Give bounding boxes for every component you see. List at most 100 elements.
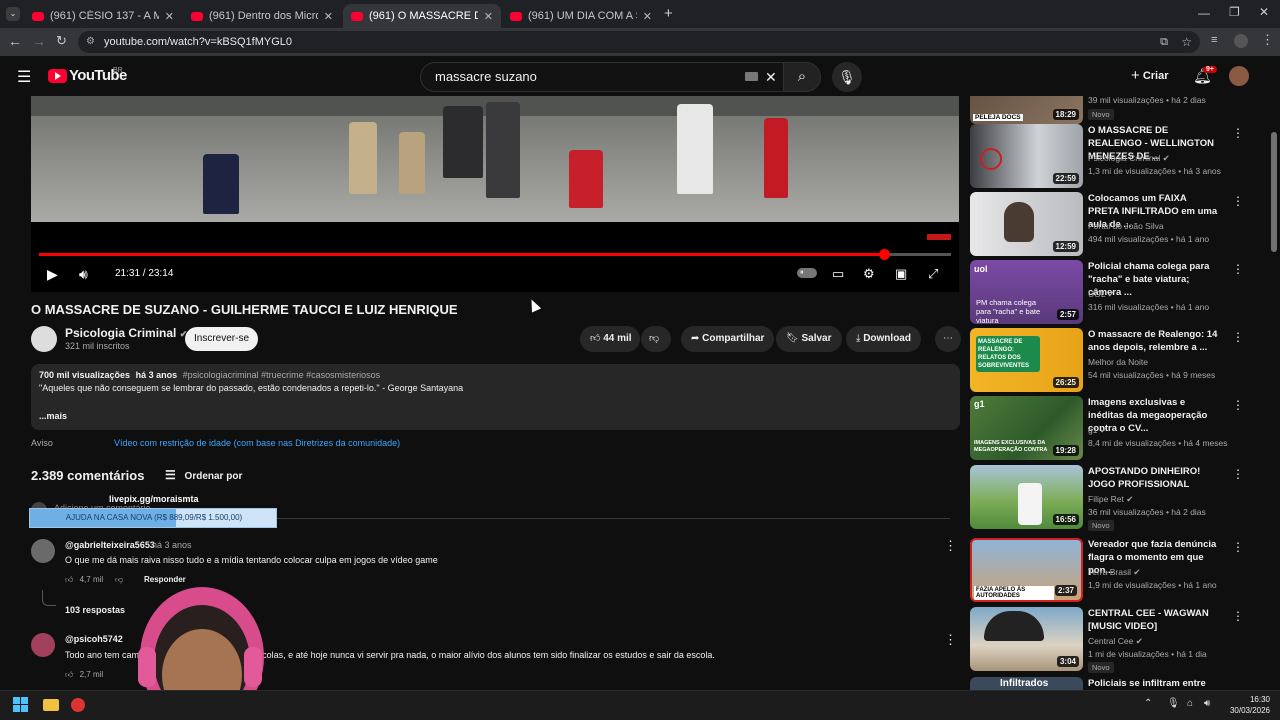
video-progress-bar[interactable] — [39, 249, 951, 260]
description-box[interactable]: 700 mil visualizações há 3 anos #psicolo… — [31, 364, 960, 430]
comment-author[interactable]: @gabrielteixeira5653 — [65, 540, 155, 550]
page-scrollbar-thumb[interactable] — [1271, 132, 1277, 252]
sidebar-video-4[interactable]: MASSACRE DE REALENGO: RELATOS DOS SOBREV… — [970, 328, 1270, 392]
new-tab-plus-icon[interactable]: + — [664, 5, 673, 22]
channel-avatar[interactable] — [31, 326, 57, 352]
sidebar-thumbnail[interactable]: g1 IMAGENS EXCLUSIVAS DA MEGAOPERAÇÃO CO… — [970, 396, 1083, 460]
video-menu-icon[interactable]: ⋮ — [1232, 609, 1244, 623]
settings-gear-icon[interactable]: ⚙ — [863, 266, 875, 282]
search-input[interactable]: massacre suzano ✕ — [420, 62, 784, 92]
install-app-icon[interactable]: ⧉ — [1160, 31, 1168, 53]
sidebar-thumbnail[interactable]: PELEJA DOCS 18:29 — [970, 96, 1083, 124]
profile-avatar-icon[interactable] — [1234, 34, 1248, 48]
clear-search-icon[interactable]: ✕ — [765, 63, 777, 91]
sidebar-video-0[interactable]: PELEJA DOCS 18:29 39 mil visualizações •… — [970, 96, 1270, 124]
video-menu-icon[interactable]: ⋮ — [1232, 398, 1244, 412]
video-menu-icon[interactable]: ⋮ — [1232, 540, 1244, 554]
microphone-tray-icon[interactable]: 🎙︎ — [1167, 698, 1180, 709]
tray-chevron-icon[interactable]: ⌃ — [1144, 698, 1152, 709]
video-scrubber-handle[interactable] — [878, 249, 890, 260]
comment-menu-icon[interactable]: ⋮ — [944, 538, 957, 554]
bookmark-star-icon[interactable]: ☆ — [1181, 31, 1192, 53]
sidebar-video-8[interactable]: 3:04 CENTRAL CEE - WAGWAN [MUSIC VIDEO] … — [970, 607, 1270, 673]
save-button[interactable]: 🔖︎ Salvar — [776, 326, 842, 352]
sidebar-video-2[interactable]: 12:59 Colocamos um FAIXA PRETA INFILTRAD… — [970, 192, 1270, 256]
hamburger-menu-icon[interactable]: ☰ — [17, 67, 31, 87]
video-menu-icon[interactable]: ⋮ — [1232, 330, 1244, 344]
view-replies-button[interactable]: 103 respostas — [65, 605, 125, 615]
video-player[interactable]: ▶ 🔊︎ 21:31 / 23:14 ⏸ ▭ ⚙ ▣ ⤢ — [31, 96, 959, 292]
comment-avatar[interactable] — [31, 633, 55, 657]
sidebar-thumbnail[interactable]: uol PM chama colega para "racha" e bate … — [970, 260, 1083, 324]
tab-3-active[interactable]: (961) O MASSACRE DE SUZANO... ✕ — [343, 4, 501, 28]
video-channel[interactable]: Central Cee ✔ — [1088, 636, 1143, 647]
sidebar-thumbnail[interactable]: 3:04 — [970, 607, 1083, 671]
youtube-logo-icon[interactable] — [48, 69, 67, 83]
sidebar-thumbnail[interactable]: Infiltrados — [970, 677, 1083, 690]
forward-arrow-icon[interactable]: → — [32, 33, 46, 49]
captions-icon[interactable]: ▭ — [832, 266, 844, 282]
more-actions-icon[interactable]: ⋯ — [935, 326, 961, 352]
video-channel[interactable]: Portal do João Silva — [1088, 221, 1164, 231]
tab-4[interactable]: (961) UM DIA COM A SELEÇÃO... ✕ — [502, 4, 660, 28]
volume-tray-icon[interactable]: 🔊︎ — [1204, 698, 1210, 709]
video-channel[interactable]: Melhor da Noite — [1088, 357, 1148, 367]
search-button[interactable]: ⌕ — [783, 62, 821, 92]
network-icon[interactable]: ⌂ — [1187, 698, 1193, 709]
keyboard-icon[interactable] — [745, 72, 758, 81]
video-channel[interactable]: g1 ✔ — [1088, 425, 1107, 436]
video-menu-icon[interactable]: ⋮ — [1232, 262, 1244, 276]
volume-icon[interactable]: 🔊︎ — [79, 266, 88, 283]
taskbar-clock[interactable]: 16:30 30/03/2026 — [1226, 694, 1270, 716]
comment-like-button[interactable]: 👍︎ 4,7 mil — [65, 575, 103, 585]
sidebar-video-7[interactable]: FAZIA APELO ÀS AUTORIDADES 2:37 Vereador… — [970, 538, 1270, 602]
create-button[interactable]: + Criar — [1131, 64, 1175, 88]
video-title[interactable]: APOSTANDO DINHEIRO! JOGO PROFISSIONAL — [1088, 465, 1218, 491]
sidebar-thumbnail[interactable]: 12:59 — [970, 192, 1083, 256]
url-input[interactable]: ⚙ youtube.com/watch?v=kBSQ1fMYGL0 ⧉ ☆ — [78, 31, 1200, 53]
video-channel[interactable]: Filipe Ret ✔ — [1088, 494, 1133, 505]
tab-2-close-icon[interactable]: ✕ — [324, 10, 333, 23]
tab-1[interactable]: (961) CÉSIO 137 - A MAIOR TR... ✕ — [24, 4, 182, 28]
browser-menu-icon[interactable]: ⋮ — [1261, 32, 1274, 48]
sidebar-video-9[interactable]: Infiltrados Policiais se infiltram entre — [970, 677, 1270, 690]
close-window-icon[interactable]: ✕ — [1259, 5, 1269, 19]
play-icon[interactable]: ▶ — [47, 266, 58, 283]
voice-search-mic-icon[interactable]: 🎙︎ — [832, 62, 862, 92]
restore-window-icon[interactable]: ❐ — [1229, 5, 1240, 19]
windows-start-icon[interactable] — [13, 697, 29, 713]
video-channel[interactable]: Psicologia Criminal ✔ — [1088, 153, 1170, 164]
video-menu-icon[interactable]: ⋮ — [1232, 194, 1244, 208]
autoplay-toggle[interactable]: ⏸ — [797, 268, 817, 278]
comment-menu-icon[interactable]: ⋮ — [944, 632, 957, 648]
site-info-icon[interactable]: ⚙ — [86, 31, 95, 53]
tab-3-close-icon[interactable]: ✕ — [484, 10, 493, 23]
video-title[interactable]: O massacre de Realengo: 14 anos depois, … — [1088, 328, 1218, 354]
sidebar-video-1[interactable]: 22:59 O MASSACRE DE REALENGO - WELLINGTO… — [970, 124, 1270, 188]
dislike-button[interactable]: 👎︎ — [641, 326, 671, 352]
back-arrow-icon[interactable]: ← — [8, 33, 22, 49]
show-more-link[interactable]: ...mais — [39, 411, 952, 421]
sidebar-thumbnail[interactable]: MASSACRE DE REALENGO: RELATOS DOS SOBREV… — [970, 328, 1083, 392]
file-explorer-icon[interactable] — [43, 699, 59, 711]
sort-comments-button[interactable]: ☰ Ordenar por — [165, 468, 242, 482]
age-restriction-link[interactable]: Vídeo com restrição de idade (com base n… — [114, 438, 400, 448]
account-avatar[interactable] — [1229, 66, 1249, 86]
reload-icon[interactable]: ↻ — [56, 33, 67, 49]
sidebar-video-5[interactable]: g1 IMAGENS EXCLUSIVAS DA MEGAOPERAÇÃO CO… — [970, 396, 1270, 460]
video-menu-icon[interactable]: ⋮ — [1232, 126, 1244, 140]
fullscreen-icon[interactable]: ⤢ — [928, 266, 938, 282]
tab-1-close-icon[interactable]: ✕ — [165, 10, 174, 23]
video-channel[interactable]: Terra Brasil ✔ — [1088, 567, 1140, 578]
comment-like-button[interactable]: 👍︎ 2,7 mil — [65, 670, 103, 680]
tab-list-chevron-icon[interactable]: ⌄ — [6, 7, 20, 21]
sidebar-video-3[interactable]: uol PM chama colega para "racha" e bate … — [970, 260, 1270, 324]
tab-2[interactable]: (961) Dentro dos Micro Apartam... ✕ — [183, 4, 341, 28]
tab-4-close-icon[interactable]: ✕ — [643, 10, 652, 23]
video-channel[interactable]: UOL ✔ — [1088, 289, 1115, 300]
sidebar-thumbnail[interactable]: FAZIA APELO ÀS AUTORIDADES 2:37 — [970, 538, 1083, 602]
sidebar-thumbnail[interactable]: 16:56 — [970, 465, 1083, 529]
sidebar-thumbnail[interactable]: 22:59 — [970, 124, 1083, 188]
sidebar-video-6[interactable]: 16:56 APOSTANDO DINHEIRO! JOGO PROFISSIO… — [970, 465, 1270, 531]
video-title[interactable]: CENTRAL CEE - WAGWAN [MUSIC VIDEO] — [1088, 607, 1218, 633]
